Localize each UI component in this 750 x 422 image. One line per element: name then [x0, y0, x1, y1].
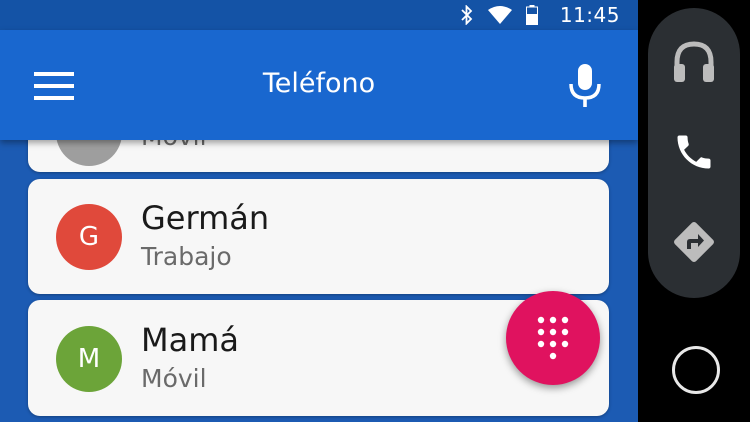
contact-avatar: G [56, 204, 122, 270]
navigation-button[interactable] [666, 214, 722, 270]
avatar-initial: M [77, 344, 101, 374]
headphones-icon [674, 41, 714, 82]
contact-phone-type: Trabajo [141, 242, 232, 271]
contact-card[interactable]: G Germán Trabajo [28, 179, 609, 294]
phone-button[interactable] [666, 124, 722, 180]
side-navigation-rail [648, 8, 740, 298]
dialpad-icon [537, 316, 569, 360]
home-circle-icon[interactable] [672, 346, 720, 394]
app-bar: Teléfono [0, 30, 638, 140]
phone-icon [677, 135, 711, 169]
contact-avatar: M [56, 326, 122, 392]
contact-name: Germán [141, 199, 270, 237]
voice-search-button[interactable] [565, 62, 605, 110]
contact-name: Mamá [141, 321, 239, 359]
phone-app-screen: 11:45 Móvil G Germán Trabajo M Mamá Móvi… [0, 0, 638, 422]
microphone-icon [569, 64, 601, 107]
navigation-icon [674, 222, 714, 262]
contact-phone-type: Móvil [141, 364, 207, 393]
dialpad-button[interactable] [506, 291, 600, 385]
avatar-initial: G [78, 222, 100, 252]
media-button[interactable] [666, 34, 722, 90]
page-title: Teléfono [262, 68, 376, 99]
